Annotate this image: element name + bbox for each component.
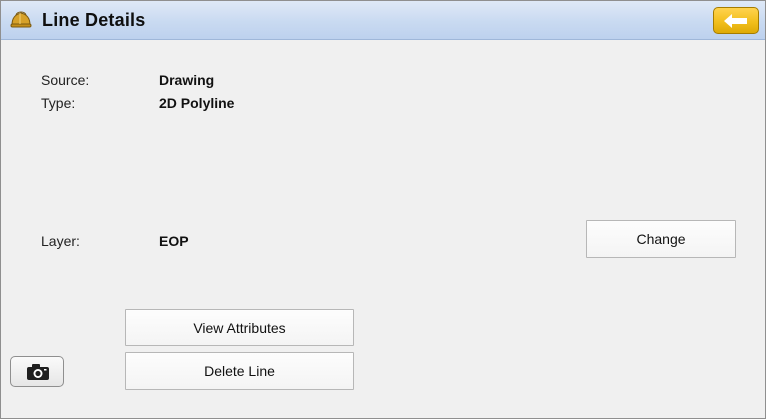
change-layer-button[interactable]: Change (586, 220, 736, 258)
source-value: Drawing (159, 72, 215, 88)
source-label: Source: (41, 72, 90, 88)
hard-hat-icon (9, 8, 33, 32)
page-title: Line Details (42, 10, 146, 30)
type-label: Type: (41, 95, 76, 111)
view-attributes-button[interactable]: View Attributes (125, 309, 354, 346)
left-arrow-icon (724, 14, 747, 28)
type-value: 2D Polyline (159, 95, 235, 111)
back-button[interactable] (713, 7, 759, 34)
camera-button[interactable] (10, 356, 64, 387)
title-bar: Line Details (1, 1, 765, 40)
layer-label: Layer: (41, 233, 80, 249)
camera-icon (27, 364, 49, 380)
delete-line-button[interactable]: Delete Line (125, 352, 354, 390)
line-details-window: Line Details Source: Drawing Type: 2D Po… (0, 0, 766, 419)
layer-value: EOP (159, 233, 189, 249)
